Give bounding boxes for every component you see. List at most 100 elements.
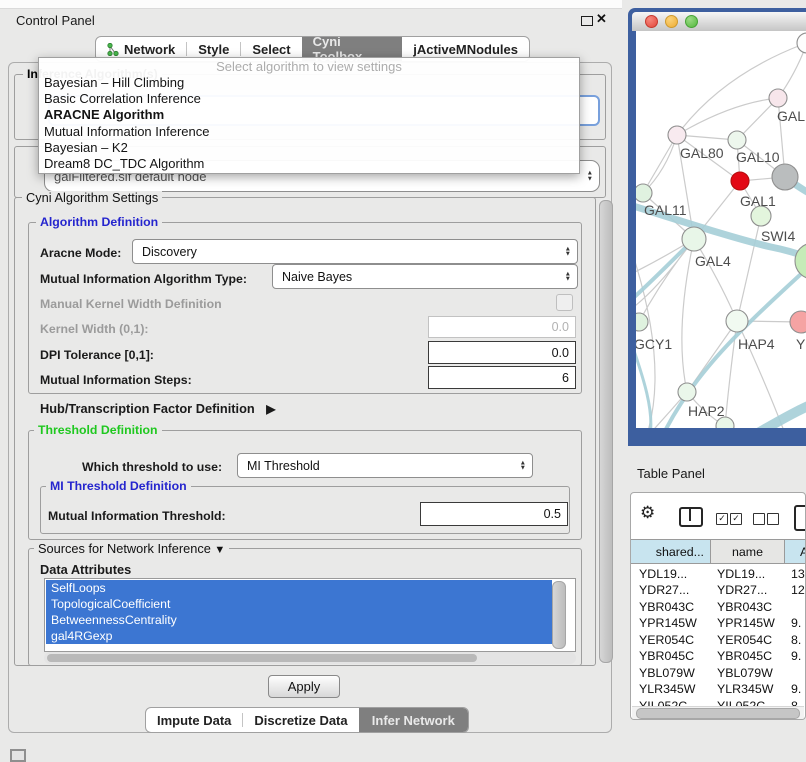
list-item-betweennesscentrality[interactable]: BetweennessCentrality [46,612,552,628]
dropdown-item-bayesian-k2[interactable]: Bayesian – K2 [39,140,579,156]
aracne-mode-combo[interactable]: Discovery ▲▼ [132,239,578,264]
zoom-traffic-light[interactable] [685,15,698,28]
manual-kernel-label: Manual Kernel Width Definition [40,297,222,311]
node-gcy1[interactable] [636,313,648,331]
dropdown-item-aracne[interactable]: ARACNE Algorithm [39,107,579,123]
gear-icon[interactable]: ⚙ [640,504,655,521]
float-icon[interactable] [581,16,593,26]
dpi-tolerance-field[interactable]: 0.0 [428,341,576,364]
kernel-width-field[interactable]: 0.0 [428,316,576,338]
table-panel-title: Table Panel [637,466,705,481]
node-gal10[interactable] [728,131,746,149]
select-all-icon[interactable]: ✓ [716,513,728,525]
mi-type-combo[interactable]: Naive Bayes ▲▼ [272,264,578,289]
node-label-hap4: HAP4 [738,336,775,352]
column-header-partial[interactable]: A [785,539,806,564]
node-label-gal80: GAL80 [680,145,724,161]
mi-threshold-group-title: MI Threshold Definition [46,480,191,493]
tab-network-label: Network [124,42,175,57]
which-threshold-combo[interactable]: MI Threshold ▲▼ [237,453,533,478]
dropdown-item-mutual-information[interactable]: Mutual Information Inference [39,124,579,140]
node-unlabeled-gray[interactable] [772,164,798,190]
node-label-gal10: GAL10 [736,149,780,165]
network-canvas[interactable]: GAL GAL80 GAL10 GAL1 GAL11 SWI4 GAL4 GCY… [636,31,806,428]
select-all-icon-2[interactable]: ✓ [730,513,742,525]
dropdown-item-dream8[interactable]: Dream8 DC_TDC Algorithm [39,156,579,172]
split-columns-divider [689,509,691,521]
column-header-shared[interactable]: shared... [631,539,711,564]
deselect-all-icon[interactable] [753,513,765,525]
node-labels: GAL GAL80 GAL10 GAL1 GAL11 SWI4 GAL4 GCY… [636,108,806,419]
node-label-gal4: GAL4 [695,253,731,269]
dpi-tolerance-label: DPI Tolerance [0,1]: [40,348,154,362]
table-row[interactable]: YDR27... [639,583,689,597]
dropdown-item-basic-correlation[interactable]: Basic Correlation Inference [39,91,579,107]
settings-scrollbar-thumb[interactable] [599,200,613,663]
close-icon[interactable]: ✕ [596,11,607,27]
attributes-hscrollbar-thumb[interactable] [47,654,477,662]
node-y-partial[interactable] [790,311,806,333]
node-gal4[interactable] [682,227,706,251]
table-row[interactable]: YPR145W [639,616,697,630]
list-item-topologicalcoefficient[interactable]: TopologicalCoefficient [46,596,552,612]
node-gal11[interactable] [636,184,652,202]
tab-discretize-data[interactable]: Discretize Data [243,708,358,732]
node-unlabeled-green[interactable] [795,243,806,279]
tab-infer-network[interactable]: Infer Network [359,708,468,732]
mi-type-value: Naive Bayes [282,270,352,284]
node-unlabeled-top[interactable] [797,33,806,53]
split-columns-icon[interactable] [679,507,703,527]
node-gal1[interactable] [731,172,749,190]
combo-arrows-icon: ▲▼ [565,271,571,282]
document-icon[interactable] [794,505,806,531]
column-header-name[interactable]: name [711,539,785,564]
table-row[interactable]: YBR043C [639,600,694,614]
node-label-gal11: GAL11 [644,202,687,218]
table-row[interactable]: YER054C [639,633,694,647]
table-row[interactable]: YBR045C [639,649,694,663]
threshold-definition-title: Threshold Definition [34,424,162,437]
node-label-gal1: GAL1 [740,193,776,209]
table-row[interactable]: YBL079W [639,666,695,680]
node-hap2[interactable] [678,383,696,401]
table-row[interactable]: YLR345W [639,682,695,696]
sources-group-title[interactable]: Sources for Network Inference ▼ [34,542,229,557]
which-threshold-value: MI Threshold [247,459,320,473]
algorithm-dropdown: Select algorithm to view settings Bayesi… [38,57,580,174]
combo-arrows-icon: ▲▼ [565,246,571,257]
minimize-traffic-light[interactable] [665,15,678,28]
dropdown-item-bayesian-hill-climbing[interactable]: Bayesian – Hill Climbing [39,75,579,91]
tab-impute-data[interactable]: Impute Data [146,708,242,732]
data-attributes-list: SelfLoops TopologicalCoefficient Between… [44,578,576,652]
mi-steps-label: Mutual Information Steps: [40,373,192,387]
attributes-list-scrollbar-thumb[interactable] [552,581,566,649]
kernel-width-label: Kernel Width (0,1): [40,322,149,336]
hub-definition-label[interactable]: Hub/Transcription Factor Definition ▶ [40,401,276,416]
table-hscrollbar-thumb[interactable] [636,708,800,719]
node-swi4[interactable] [751,206,771,226]
network-window-titlebar[interactable] [632,12,806,31]
node-hap4[interactable] [726,310,748,332]
list-item-selfloops[interactable]: SelfLoops [46,580,552,596]
algorithm-dropdown-placeholder: Select algorithm to view settings [39,58,579,75]
table-row[interactable]: YDL19... [639,567,687,581]
top-strip [0,0,622,9]
node-label-hap2: HAP2 [688,403,725,419]
close-traffic-light[interactable] [645,15,658,28]
node-gal-partial[interactable] [769,89,787,107]
node-gal80[interactable] [668,126,686,144]
which-threshold-label: Which threshold to use: [82,460,222,474]
deselect-all-icon-2[interactable] [767,513,779,525]
collapse-down-icon[interactable]: ▼ [214,544,225,556]
mi-steps-field[interactable]: 6 [428,366,576,389]
list-item-gal4rgexp[interactable]: gal4RGexp [46,628,552,644]
node-label-gcy1: GCY1 [636,336,672,352]
manual-kernel-checkbox[interactable] [556,294,573,311]
apply-button[interactable]: Apply [268,675,340,698]
partial-bottom-widget[interactable] [10,749,26,762]
control-panel-title: Control Panel [16,13,95,28]
mi-threshold-field[interactable]: 0.5 [420,502,568,526]
expand-right-icon[interactable]: ▶ [266,402,275,416]
algorithm-definition-title: Algorithm Definition [36,216,162,229]
combo-arrows-icon: ▲▼ [587,171,593,182]
